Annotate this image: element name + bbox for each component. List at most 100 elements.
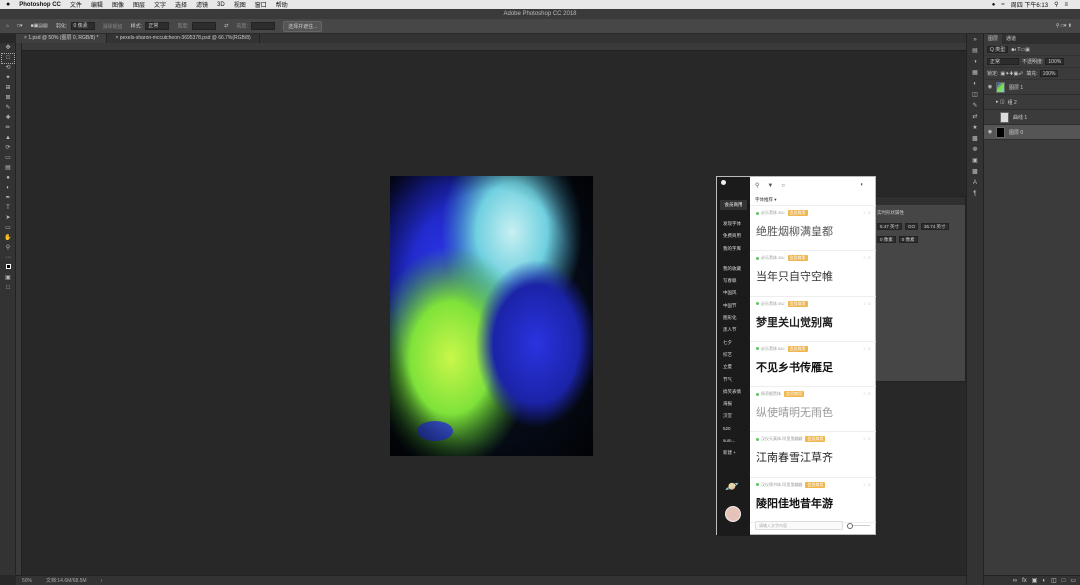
antialias-checkbox[interactable]: 消除锯齿: [103, 23, 123, 30]
wifi-icon[interactable]: ≈: [1001, 2, 1004, 8]
download-icon[interactable]: ⇩: [868, 255, 871, 260]
font-list-item[interactable]: 汉仪天真体-阿里里翩翩 会员商用 ☆ ⇩ 江南春雪江草齐: [750, 432, 876, 478]
clock[interactable]: 周四 下午6:13: [1011, 0, 1048, 9]
close-dot-icon[interactable]: [721, 180, 726, 185]
download-icon[interactable]: ⇩: [868, 210, 871, 215]
fill-input[interactable]: 100%: [1039, 70, 1059, 77]
type-tool-icon[interactable]: T: [2, 204, 14, 213]
trash-icon[interactable]: ▭: [1070, 577, 1076, 584]
menu-file[interactable]: 文件: [70, 0, 82, 9]
font-actions[interactable]: ☆ ⇩: [863, 391, 871, 396]
rectangle-tool-icon[interactable]: ▭: [2, 224, 14, 233]
sidebar-item-category[interactable]: 节气: [717, 374, 750, 386]
menu-window[interactable]: 窗口: [255, 0, 267, 9]
font-filter-dropdown[interactable]: 字体推荐 ▾: [750, 194, 876, 206]
download-icon[interactable]: ⇩: [868, 482, 871, 487]
menu-edit[interactable]: 编辑: [91, 0, 103, 9]
theme-toggle-icon[interactable]: ◐: [860, 182, 864, 188]
gradient-tool-icon[interactable]: ▤: [2, 164, 14, 173]
font-list-item[interactable]: 汉仪锦书体-阿里里翩翩 会员商用 ☆ ⇩ 陵阳佳地昔年游: [750, 478, 876, 524]
refresh-icon[interactable]: ○: [781, 183, 785, 189]
sidebar-item-category[interactable]: 七夕: [717, 337, 750, 349]
font-actions[interactable]: ☆ ⇩: [863, 436, 871, 441]
sidebar-item-category[interactable]: 520: [717, 423, 750, 435]
libraries-icon[interactable]: ◫: [970, 91, 980, 100]
path-select-icon[interactable]: ➤: [2, 214, 14, 223]
font-actions[interactable]: ☆ ⇩: [863, 255, 871, 260]
sidebar-item-category[interactable]: 中国风: [717, 287, 750, 299]
status-icon[interactable]: ●: [992, 2, 996, 8]
marquee-preset-icon[interactable]: □▾: [17, 23, 23, 29]
menu-list-icon[interactable]: ≡: [1064, 2, 1068, 8]
favorite-icon[interactable]: ☆: [863, 210, 867, 215]
font-actions[interactable]: ☆ ⇩: [863, 346, 871, 351]
more-tools-icon[interactable]: ⋯: [2, 254, 14, 263]
filter-icons[interactable]: ■◐T▭▣: [1011, 47, 1030, 53]
x-field[interactable]: 0 像素: [877, 235, 896, 243]
sidebar-item-category[interactable]: 中国节: [717, 300, 750, 312]
crop-tool-icon[interactable]: ⊞: [2, 84, 14, 93]
download-icon[interactable]: ⇩: [868, 436, 871, 441]
font-list-item[interactable]: 必乐黑体 45J 会员商用 ☆ ⇩ 当年只自守空帷: [750, 251, 876, 297]
sidebar-item-category[interactable]: 黑人节: [717, 324, 750, 336]
layer-row[interactable]: ◉ 图层 1: [984, 80, 1080, 95]
zoom-level[interactable]: 50%: [22, 578, 32, 584]
pen-tool-icon[interactable]: ✒: [2, 194, 14, 203]
layer-name[interactable]: 组 2: [1008, 99, 1017, 106]
height-field[interactable]: 36.74 英寸: [921, 222, 949, 230]
sidebar-item-my-library[interactable]: 我的字库: [717, 243, 750, 255]
close-icon[interactable]: ×: [24, 35, 27, 41]
workspace-icons[interactable]: ⚲ □▾ ⬆: [1056, 23, 1072, 29]
layer-name[interactable]: 图层 0: [1009, 129, 1023, 136]
favorite-icon[interactable]: ☆: [863, 482, 867, 487]
font-actions[interactable]: ☆ ⇩: [863, 301, 871, 306]
tab-channels[interactable]: 通道: [1002, 34, 1020, 44]
style-select[interactable]: 正常: [145, 22, 170, 30]
canvas-artwork[interactable]: [390, 176, 593, 456]
menu-image[interactable]: 图像: [112, 0, 124, 9]
size-slider[interactable]: [847, 523, 870, 529]
layer-row[interactable]: ▸ ◫ 组 2: [984, 95, 1080, 110]
zoom-tool-icon[interactable]: ⚲: [2, 244, 14, 253]
new-group-icon[interactable]: ◫: [1051, 577, 1057, 584]
brush-tool-icon[interactable]: ✏: [2, 124, 14, 133]
sidebar-item-category[interactable]: 搞笑表情: [717, 386, 750, 398]
healing-brush-icon[interactable]: ✚: [2, 114, 14, 123]
menu-photoshop[interactable]: Photoshop CC: [19, 2, 61, 8]
y-field[interactable]: 0 像素: [898, 235, 918, 243]
download-icon[interactable]: ⇩: [868, 301, 871, 306]
layer-name[interactable]: 曲线 1: [1013, 114, 1027, 121]
apple-icon[interactable]: ●: [6, 1, 10, 8]
kind-select[interactable]: Q 类型: [987, 46, 1009, 53]
favorite-icon[interactable]: ☆: [863, 436, 867, 441]
font-sample[interactable]: 江南春雪江草齐: [756, 449, 871, 465]
menu-3d[interactable]: 3D: [217, 2, 225, 8]
sidebar-item-free[interactable]: 免费商用: [717, 230, 750, 242]
lasso-tool-icon[interactable]: ⟲: [2, 64, 14, 73]
properties-icon[interactable]: ▩: [970, 168, 980, 177]
mask-icon[interactable]: ▣: [1032, 577, 1038, 584]
layer-name[interactable]: 图层 1: [1009, 84, 1023, 91]
width-field[interactable]: 5.47 英寸: [877, 222, 903, 230]
font-sample[interactable]: 梦里关山觉别离: [756, 314, 871, 330]
font-actions[interactable]: ☆ ⇩: [863, 482, 871, 487]
marquee-tool-icon[interactable]: □: [1, 53, 15, 64]
adjustment-icon[interactable]: ◐: [1042, 578, 1046, 584]
sidebar-item-vip[interactable]: 会员商用: [720, 200, 747, 210]
tab-document-2[interactable]: × pexels-sharon-mccutcheon-3695378.psd @…: [107, 34, 260, 43]
link-layers-icon[interactable]: ∞: [1013, 578, 1017, 584]
blend-mode-select[interactable]: 正常: [987, 58, 1019, 65]
favorite-icon[interactable]: ☆: [863, 301, 867, 306]
filter-icon[interactable]: ▼: [767, 183, 773, 189]
select-and-mask-button[interactable]: 选择并遮住...: [283, 20, 323, 32]
stamp-tool-icon[interactable]: ▲: [2, 134, 14, 143]
sample-text-input[interactable]: 请输入文字内容: [755, 521, 843, 530]
selection-mode-icons[interactable]: ■▣▤▧: [31, 23, 48, 29]
font-sample[interactable]: 绝胜烟柳满皇都: [756, 223, 871, 239]
favorite-icon[interactable]: ☆: [863, 255, 867, 260]
quick-mask-icon[interactable]: ▣: [2, 274, 14, 283]
color-icon[interactable]: ◑: [970, 58, 980, 67]
close-icon[interactable]: ×: [115, 35, 118, 41]
properties-header[interactable]: [874, 197, 965, 205]
collapse-icon[interactable]: »: [970, 36, 980, 45]
